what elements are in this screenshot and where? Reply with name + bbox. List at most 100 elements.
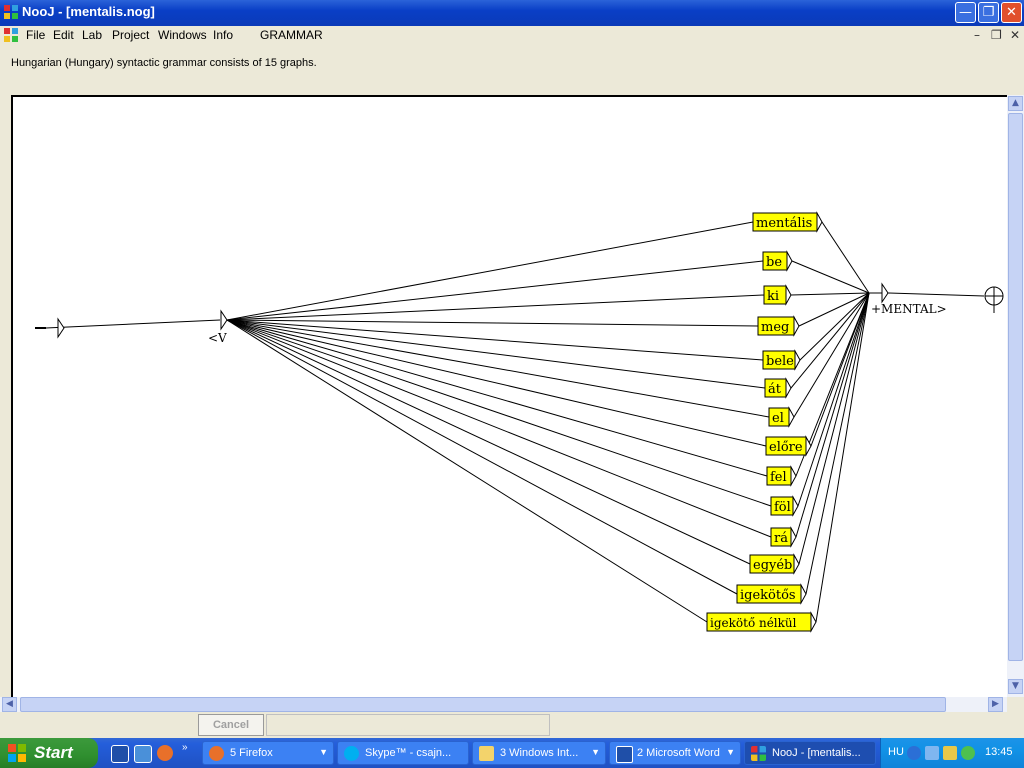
initial-edge (45, 319, 221, 329)
initial-arrow (57, 317, 65, 339)
graph-node[interactable]: át (764, 377, 792, 399)
ie-quicklaunch-icon[interactable] (134, 745, 152, 763)
vertical-scrollbar[interactable]: ▲ ▼ (1007, 95, 1024, 697)
grammar-info-text: Hungarian (Hungary) syntactic grammar co… (11, 57, 317, 69)
close-button[interactable]: ✕ (1001, 2, 1022, 23)
chevron-down-icon: ▼ (591, 747, 600, 757)
node-label: rá (774, 531, 788, 546)
menu-project[interactable]: Project (112, 28, 149, 42)
scroll-down-icon[interactable]: ▼ (1008, 679, 1023, 694)
menu-windows[interactable]: Windows (158, 28, 207, 42)
graph-edge (226, 319, 759, 327)
status-field (266, 714, 550, 736)
nooj-app-icon (4, 5, 18, 19)
graph-node[interactable]: mentális (752, 211, 823, 233)
skype-icon (344, 746, 359, 761)
menu-info[interactable]: Info (213, 28, 233, 42)
graph-node[interactable]: igekötő nélkül (706, 611, 817, 633)
graph-edge (798, 292, 870, 565)
graph-node[interactable]: bele (762, 349, 801, 371)
graph-node[interactable]: rá (770, 526, 797, 548)
graph-node[interactable]: föl (770, 495, 799, 517)
graph-edge (226, 319, 770, 418)
task-label: NooJ - [mentalis... (772, 747, 861, 759)
mdi-restore-icon[interactable]: ❐ (991, 28, 1002, 42)
word-icon (616, 746, 633, 763)
terminal-node (984, 286, 1004, 313)
grammar-graph: <V +MENTAL> mentális be ki meg bele át e… (35, 211, 1004, 633)
graph-node[interactable]: meg (757, 315, 800, 337)
title-bar: NooJ - [mentalis.nog] — ❐ ✕ (0, 0, 1024, 26)
task-firefox[interactable]: 5 Firefox ▼ (202, 741, 334, 765)
graph-node[interactable]: fel (766, 465, 797, 487)
graph-node[interactable]: előre (765, 435, 812, 457)
menu-grammar[interactable]: GRAMMAR (260, 28, 323, 42)
restore-button[interactable]: ❐ (978, 2, 999, 23)
graph-edge (226, 319, 708, 623)
horizontal-scrollbar[interactable]: ◀ ▶ (0, 697, 1007, 712)
task-windows-explorer[interactable]: 3 Windows Int... ▼ (472, 741, 606, 765)
cancel-button[interactable]: Cancel (198, 714, 264, 736)
windows-flag-icon (8, 744, 26, 762)
security-icon[interactable] (943, 746, 957, 760)
vertical-scroll-thumb[interactable] (1008, 113, 1023, 661)
graph-edge (815, 292, 870, 623)
mdi-close-icon[interactable]: ✕ (1010, 28, 1020, 42)
node-label: előre (769, 440, 803, 455)
menu-edit[interactable]: Edit (53, 28, 74, 42)
scroll-left-icon[interactable]: ◀ (2, 697, 17, 712)
graph-edge (797, 292, 870, 507)
firefox-icon (209, 746, 224, 761)
task-label: 5 Firefox (230, 747, 273, 759)
node-label: igekötő nélkül (710, 616, 797, 630)
node-label: mentális (756, 216, 812, 231)
graph-edge (226, 319, 772, 507)
graph-node[interactable]: igekötős (736, 583, 807, 605)
status-icon[interactable] (961, 746, 975, 760)
graph-node[interactable]: be (762, 250, 793, 272)
node-label: meg (761, 320, 789, 335)
nooj-icon (751, 746, 766, 761)
clock: 13:45 (985, 746, 1013, 758)
node-label: egyéb (753, 558, 792, 573)
task-nooj[interactable]: NooJ - [mentalis... (744, 741, 876, 765)
menu-lab[interactable]: Lab (82, 28, 102, 42)
show-hidden-icons-icon[interactable] (907, 746, 921, 760)
task-microsoft-word[interactable]: 2 Microsoft Word ▼ (609, 741, 741, 765)
word-quicklaunch-icon[interactable] (111, 745, 129, 763)
scroll-right-icon[interactable]: ▶ (988, 697, 1003, 712)
node-label: bele (766, 354, 794, 369)
exit-bracket-node[interactable] (881, 282, 889, 304)
graph-node[interactable]: ki (763, 284, 792, 306)
scroll-up-icon[interactable]: ▲ (1008, 96, 1023, 111)
entry-bracket-node[interactable] (220, 309, 228, 331)
start-button[interactable]: Start (0, 738, 98, 768)
graph-node[interactable]: egyéb (749, 553, 800, 575)
node-label: fel (770, 470, 787, 485)
system-tray: HU 13:45 (880, 738, 1024, 768)
graph-edge (226, 319, 738, 595)
window-title: NooJ - [mentalis.nog] (22, 4, 155, 19)
node-label: föl (774, 500, 791, 515)
network-icon[interactable] (925, 746, 939, 760)
graph-edge (226, 319, 768, 477)
firefox-quicklaunch-icon[interactable] (157, 745, 173, 761)
document-icon[interactable] (4, 28, 18, 42)
horizontal-scroll-thumb[interactable] (20, 697, 946, 712)
more-quicklaunch-icon[interactable]: » (182, 742, 188, 753)
language-indicator[interactable]: HU (888, 746, 904, 758)
graph-node[interactable]: el (768, 406, 795, 428)
graph-edge (226, 294, 765, 321)
task-skype[interactable]: Skype™ - csajn... (337, 741, 469, 765)
mdi-minimize-icon[interactable]: – (974, 28, 980, 42)
output-label: +MENTAL> (871, 302, 947, 316)
start-label: Start (34, 743, 73, 762)
graph-edge (226, 319, 751, 565)
graph-canvas[interactable]: <V +MENTAL> mentális be ki meg bele át e… (11, 95, 1007, 697)
exit-edge (887, 292, 985, 297)
graph-edge (821, 221, 870, 294)
minimize-button[interactable]: — (955, 2, 976, 23)
node-label: igekötős (740, 588, 796, 603)
menu-file[interactable]: File (26, 28, 45, 42)
graph-edge (790, 292, 870, 296)
